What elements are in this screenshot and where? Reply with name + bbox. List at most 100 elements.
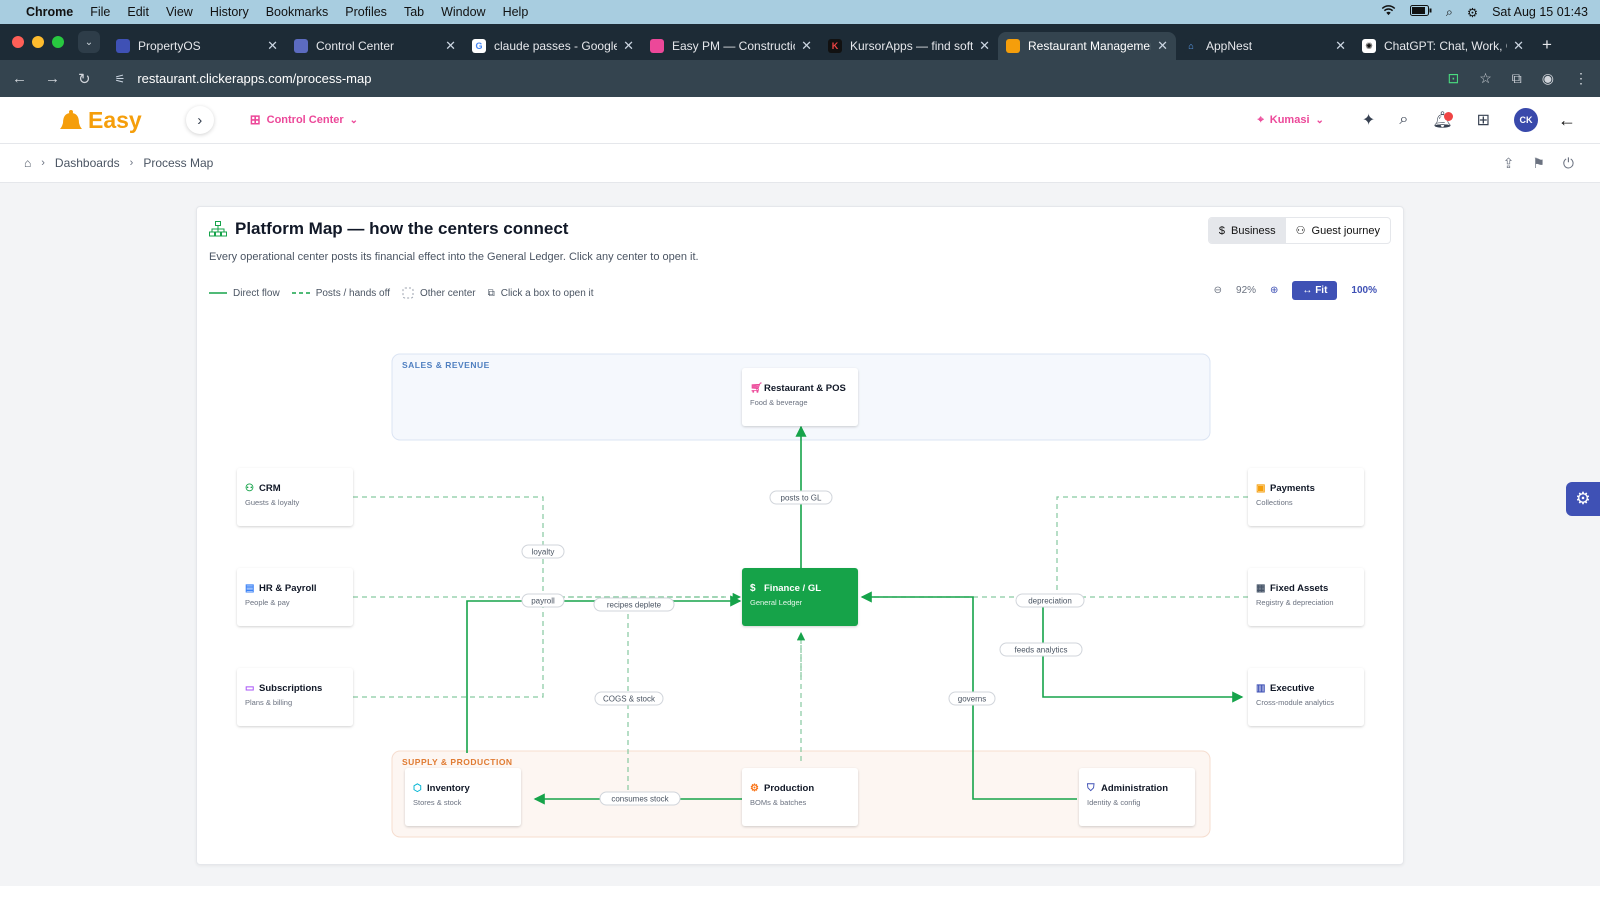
node-production[interactable]: ⚙ Production BOMs & batches: [742, 768, 858, 826]
tab-propertyos[interactable]: PropertyOS ✕: [108, 32, 286, 60]
notifications-bell-icon[interactable]: 🔔︎: [1432, 110, 1454, 130]
zoom-window-button[interactable]: [52, 36, 64, 48]
menu-tab[interactable]: Tab: [404, 5, 424, 19]
node-finance-gl[interactable]: $ Finance / GL General Ledger: [742, 568, 858, 626]
profile-icon[interactable]: ◉: [1542, 70, 1554, 87]
crm-icon: ⚇: [245, 483, 254, 494]
forward-arrow-icon[interactable]: →: [45, 70, 60, 87]
apps-grid-icon[interactable]: ⊞: [1477, 110, 1490, 130]
chevron-right-icon: ›: [197, 111, 203, 129]
avatar[interactable]: CK: [1514, 108, 1538, 132]
node-fixed-assets[interactable]: ▦ Fixed Assets Registry & depreciation: [1248, 568, 1364, 626]
page-title: Platform Map — how the centers connect: [235, 219, 569, 238]
node-restaurant-pos[interactable]: 🛒︎ Restaurant & POS Food & beverage: [742, 368, 858, 426]
menu-view[interactable]: View: [166, 5, 193, 19]
zoom-in-icon[interactable]: ⊕: [1270, 285, 1278, 296]
menu-file[interactable]: File: [90, 5, 110, 19]
menu-help[interactable]: Help: [503, 5, 529, 19]
tab-google[interactable]: Gclaude passes - Google S ✕: [464, 32, 642, 60]
sparkles-icon[interactable]: ✦: [1362, 110, 1375, 130]
search-icon[interactable]: ⌕: [1399, 111, 1408, 129]
tab-title: Control Center: [316, 39, 395, 53]
legend-click: ⧉ Click a box to open it: [488, 288, 594, 299]
legend-direct-flow: Direct flow: [209, 288, 280, 299]
minimize-window-button[interactable]: [32, 36, 44, 48]
node-executive[interactable]: ▥ Executive Cross-module analytics: [1248, 668, 1364, 726]
battery-icon[interactable]: [1409, 5, 1432, 19]
tab-appnest[interactable]: ⌂ AppNest ✕: [1176, 32, 1354, 60]
guest-journey-toggle-button[interactable]: ⚇ Guest journey: [1286, 218, 1390, 243]
close-window-button[interactable]: [12, 36, 24, 48]
legend-click-label: Click a box to open it: [500, 287, 594, 299]
install-app-icon[interactable]: ⊡: [1447, 70, 1459, 87]
close-tab-icon[interactable]: ✕: [979, 38, 990, 54]
node-inventory[interactable]: ⬡ Inventory Stores & stock: [405, 768, 521, 826]
node-subscriptions[interactable]: ▭ Subscriptions Plans & billing: [237, 668, 353, 726]
tab-search-chevron-icon[interactable]: ⌄: [78, 31, 100, 53]
reload-icon[interactable]: ↻: [78, 70, 91, 88]
finance-gl-title: Finance / GL: [764, 583, 821, 594]
easy-logo[interactable]: Easy: [58, 107, 142, 134]
close-tab-icon[interactable]: ✕: [1157, 38, 1168, 54]
zoom-100-button[interactable]: 100%: [1351, 285, 1377, 296]
bookmark-icon[interactable]: ⚑: [1532, 155, 1545, 172]
edge-admin-governs: [860, 591, 1077, 800]
app-header: Easy › ⊞ Control Center ⌄ ⌖ Kumasi ⌄ ✦ ⌕…: [0, 97, 1600, 144]
sidebar-toggle-button[interactable]: ›: [185, 106, 214, 134]
tab-easy-pm[interactable]: Easy PM — Construction ✕: [642, 32, 820, 60]
spotlight-icon[interactable]: ⌕: [1446, 5, 1453, 20]
close-tab-icon[interactable]: ✕: [623, 38, 634, 54]
fit-button[interactable]: ↔ Fit: [1292, 281, 1338, 300]
chrome-menu-icon[interactable]: ⋮: [1574, 70, 1588, 87]
node-crm[interactable]: ⚇ CRM Guests & loyalty: [237, 468, 353, 526]
tab-restaurant-management[interactable]: Restaurant Management ✕: [998, 32, 1176, 60]
breadcrumb-dashboards[interactable]: Dashboards: [55, 156, 120, 170]
browser-tab-strip: ⌄ PropertyOS ✕ Control Center ✕ Gclaude pa…: [0, 24, 1600, 60]
wifi-icon[interactable]: [1381, 5, 1396, 19]
extensions-icon[interactable]: ⧉: [1512, 70, 1522, 87]
page-subtitle: Every operational center posts its finan…: [209, 251, 699, 263]
fixed-assets-title: Fixed Assets: [1270, 583, 1328, 594]
location-switcher[interactable]: ⌖ Kumasi ⌄: [1258, 114, 1324, 127]
node-administration[interactable]: ⛉ Administration Identity & config: [1079, 768, 1195, 826]
close-tab-icon[interactable]: ✕: [1513, 38, 1524, 54]
new-tab-button[interactable]: +: [1542, 35, 1552, 55]
node-hr-payroll[interactable]: ▤ HR & Payroll People & pay: [237, 568, 353, 626]
legend-direct-label: Direct flow: [233, 287, 280, 299]
center-switcher[interactable]: ⊞ Control Center ⌄: [250, 112, 358, 128]
menu-history[interactable]: History: [210, 5, 249, 19]
menu-bookmarks[interactable]: Bookmarks: [266, 5, 329, 19]
bookmark-star-icon[interactable]: ☆: [1479, 70, 1492, 87]
back-arrow-icon[interactable]: ←: [1558, 110, 1576, 131]
zoom-out-icon[interactable]: ⊖: [1214, 285, 1222, 296]
power-icon[interactable]: ⏻: [1563, 155, 1574, 172]
close-tab-icon[interactable]: ✕: [1335, 38, 1346, 54]
close-tab-icon[interactable]: ✕: [267, 38, 278, 54]
menu-chrome[interactable]: Chrome: [26, 5, 73, 19]
home-icon[interactable]: ⌂: [24, 156, 31, 170]
back-arrow-icon[interactable]: ←: [12, 70, 27, 87]
menu-profiles[interactable]: Profiles: [345, 5, 387, 19]
tab-kursorapps[interactable]: K KursorApps — find softw ✕: [820, 32, 998, 60]
close-tab-icon[interactable]: ✕: [801, 38, 812, 54]
restaurant-pos-icon: 🛒︎: [750, 381, 763, 394]
menu-edit[interactable]: Edit: [127, 5, 149, 19]
edge-label-loyalty: loyalty: [532, 548, 555, 557]
sitemap-icon: [209, 221, 227, 237]
edge-label-feeds: feeds analytics: [1015, 646, 1068, 655]
business-label: Business: [1231, 224, 1276, 237]
url-field[interactable]: ⚟ restaurant.clickerapps.com/process-map: [115, 71, 372, 86]
cloud-upload-icon[interactable]: ⇪: [1503, 155, 1515, 172]
tab-control-center[interactable]: Control Center ✕: [286, 32, 464, 60]
settings-gear-button[interactable]: ⚙: [1566, 482, 1600, 516]
tab-chatgpt[interactable]: ✺ ChatGPT: Chat, Work, Cr ✕: [1354, 32, 1532, 60]
business-toggle-button[interactable]: $ Business: [1208, 218, 1286, 243]
node-payments[interactable]: ▣ Payments Collections: [1248, 468, 1364, 526]
subscriptions-icon: ▭: [245, 683, 254, 694]
menu-window[interactable]: Window: [441, 5, 485, 19]
control-center-icon[interactable]: ⚙: [1467, 5, 1478, 20]
close-tab-icon[interactable]: ✕: [445, 38, 456, 54]
edge-label-recipes: recipes deplete: [607, 601, 662, 610]
site-settings-icon[interactable]: ⚟: [115, 72, 126, 86]
clock[interactable]: Sat Aug 15 01:43: [1492, 5, 1588, 19]
